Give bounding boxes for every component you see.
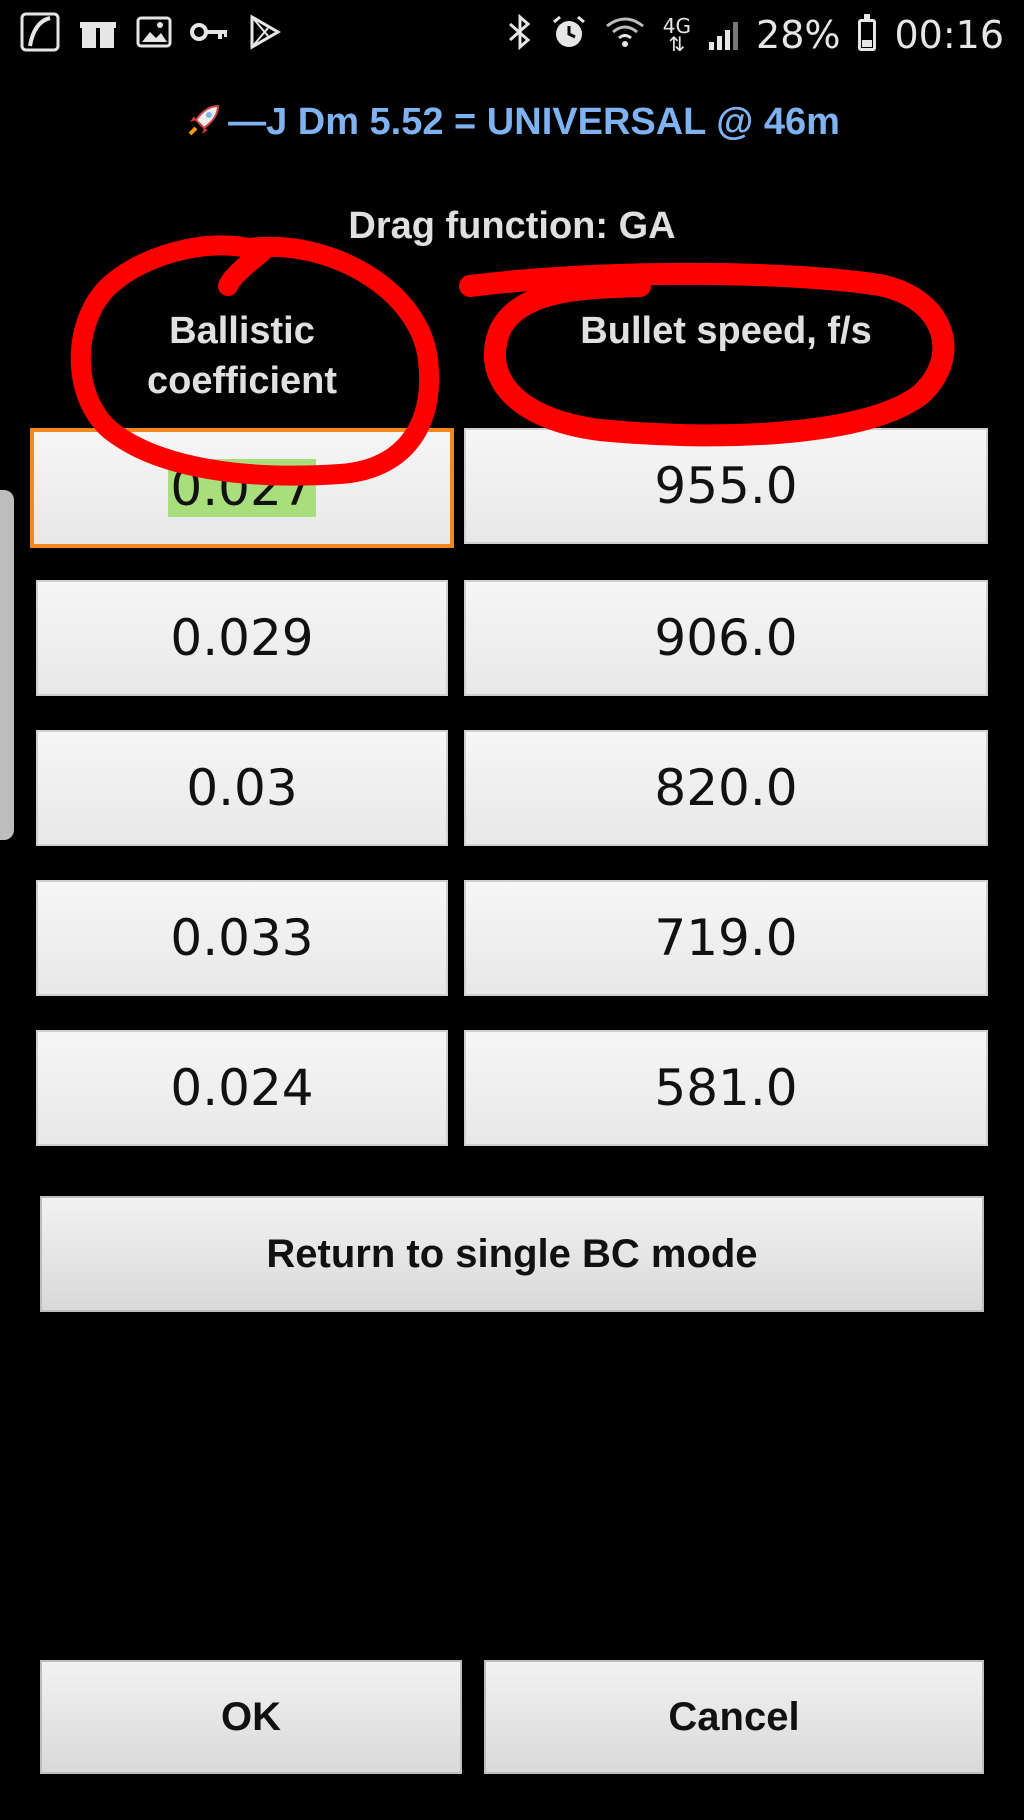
ok-button[interactable]: OK — [40, 1660, 462, 1774]
signal-icon — [709, 20, 739, 50]
rocket-icon — [184, 100, 224, 143]
speed-value: 581.0 — [654, 1059, 798, 1117]
speed-input-3[interactable]: 820.0 — [464, 730, 988, 846]
bc-header-line2: coefficient — [146, 360, 338, 402]
bc-value: 0.03 — [186, 759, 298, 817]
ballistic-coefficient-header: Ballistic coefficient — [36, 306, 448, 406]
dialog-title-text: —J Dm 5.52 = UNIVERSAL @ 46m — [228, 101, 840, 143]
bc-input-4[interactable]: 0.033 — [36, 880, 448, 996]
notification-icons — [20, 12, 282, 58]
drag-function-label: Drag function: GA — [348, 205, 676, 247]
app-icon — [20, 12, 60, 58]
key-icon — [190, 17, 230, 53]
bc-header-line1: Ballistic — [169, 310, 315, 352]
bc-input-3[interactable]: 0.03 — [36, 730, 448, 846]
battery-icon — [858, 14, 877, 51]
gift-icon — [78, 12, 118, 58]
status-bar: 4G ⇅ 28% 00:16 — [0, 0, 1024, 70]
speed-value: 906.0 — [654, 609, 798, 667]
bc-value-selected: 0.027 — [168, 459, 316, 517]
network-type: 4G ⇅ — [663, 16, 691, 56]
wifi-icon — [605, 16, 645, 54]
speed-value: 719.0 — [654, 909, 798, 967]
play-store-icon — [248, 14, 282, 56]
speed-input-2[interactable]: 906.0 — [464, 580, 988, 696]
clock: 00:16 — [894, 13, 1004, 57]
system-status: 4G ⇅ 28% 00:16 — [507, 13, 1004, 57]
bc-input-5[interactable]: 0.024 — [36, 1030, 448, 1146]
alarm-icon — [551, 14, 587, 56]
battery-percent: 28% — [756, 13, 841, 57]
bullet-speed-header: Bullet speed, f/s — [580, 310, 872, 352]
speed-input-1[interactable]: 955.0 — [464, 428, 988, 544]
speed-input-5[interactable]: 581.0 — [464, 1030, 988, 1146]
speed-value: 820.0 — [654, 759, 798, 817]
bluetooth-icon — [507, 13, 533, 56]
image-icon — [136, 14, 172, 56]
speed-input-4[interactable]: 719.0 — [464, 880, 988, 996]
cancel-button[interactable]: Cancel — [484, 1660, 984, 1774]
return-to-single-bc-button[interactable]: Return to single BC mode — [40, 1196, 984, 1312]
bc-input-1[interactable]: 0.027 — [30, 428, 454, 548]
dialog-title: —J Dm 5.52 = UNIVERSAL @ 46m — [0, 100, 1024, 144]
bc-value: 0.033 — [170, 909, 314, 967]
data-arrows-icon: ⇅ — [668, 32, 686, 56]
speed-value: 955.0 — [654, 457, 798, 515]
bc-input-2[interactable]: 0.029 — [36, 580, 448, 696]
bc-value: 0.024 — [170, 1059, 314, 1117]
edge-panel-handle[interactable] — [0, 490, 14, 840]
bc-value: 0.029 — [170, 609, 314, 667]
